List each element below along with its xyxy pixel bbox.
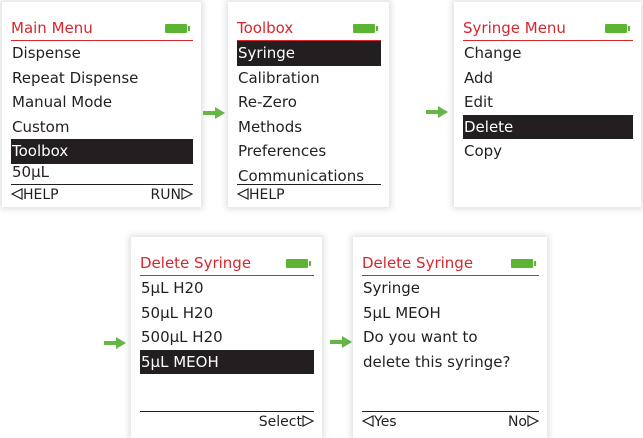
battery-icon (286, 259, 311, 268)
menu-item-calibration[interactable]: Calibration (237, 66, 381, 91)
right-triangle-icon (181, 188, 193, 200)
toolbox-list: Syringe Calibration Re-Zero Methods Pref… (237, 41, 381, 188)
softkey-bar: HELP (237, 185, 381, 205)
softkey-bar: Yes No (362, 412, 539, 432)
menu-item-change[interactable]: Change (463, 41, 633, 66)
menu-item-methods[interactable]: Methods (237, 115, 381, 140)
menu-item-syringe[interactable]: Syringe (237, 41, 381, 66)
toolbox-header: Toolbox (237, 18, 381, 41)
battery-icon (511, 259, 536, 268)
select-softkey[interactable]: Select (259, 412, 314, 432)
menu-item-dispense[interactable]: Dispense (11, 41, 193, 66)
main-menu-screen: Main Menu Dispense Repeat Dispense Manua… (2, 2, 201, 207)
syringe-item-selected[interactable]: 5μL MEOH (140, 349, 314, 374)
arrow-right-icon (426, 106, 448, 118)
menu-item-copy[interactable]: Copy (463, 139, 633, 164)
syringe-menu-header: Syringe Menu (463, 18, 633, 41)
menu-item-toolbox[interactable]: Toolbox (11, 139, 193, 164)
delete-syringe-header: Delete Syringe (362, 253, 539, 276)
syringe-item[interactable]: 500μL H20 (140, 325, 314, 350)
screen-title: Main Menu (11, 19, 93, 37)
syringe-list: 5μL H20 50μL H20 500μL H20 5μL MEOH (140, 276, 314, 374)
menu-item-delete[interactable]: Delete (463, 114, 633, 139)
menu-item-repeat-dispense[interactable]: Repeat Dispense (11, 66, 193, 91)
softkey-bar: Select (140, 412, 314, 432)
help-softkey[interactable]: HELP (237, 185, 285, 205)
volume-readout: 50μL (12, 163, 49, 181)
left-triangle-icon (362, 415, 374, 427)
menu-item-custom[interactable]: Custom (11, 115, 193, 140)
arrow-right-icon (104, 337, 126, 349)
left-triangle-icon (237, 188, 249, 200)
menu-item-preferences[interactable]: Preferences (237, 139, 381, 164)
yes-softkey[interactable]: Yes (362, 412, 397, 432)
main-menu-header: Main Menu (11, 18, 193, 41)
syringe-menu-screen: Syringe Menu Change Add Edit Delete Copy (454, 2, 641, 207)
left-triangle-icon (11, 188, 23, 200)
delete-syringe-confirm-screen: Delete Syringe Syringe 5μL MEOH Do you w… (353, 237, 547, 438)
main-menu-list: Dispense Repeat Dispense Manual Mode Cus… (11, 41, 193, 164)
run-softkey[interactable]: RUN (151, 185, 193, 205)
menu-item-re-zero[interactable]: Re-Zero (237, 90, 381, 115)
syringe-item[interactable]: 50μL H20 (140, 301, 314, 326)
syringe-menu-list: Change Add Edit Delete Copy (463, 41, 633, 164)
help-label: HELP (23, 187, 59, 203)
battery-icon (165, 24, 190, 33)
screen-title: Toolbox (237, 19, 294, 37)
arrow-right-icon (330, 336, 352, 348)
syringe-item[interactable]: 5μL H20 (140, 276, 314, 301)
message-line: Syringe (363, 279, 420, 297)
battery-icon (605, 24, 630, 33)
screen-title: Delete Syringe (140, 254, 252, 272)
menu-item-add[interactable]: Add (463, 66, 633, 91)
no-label: No (507, 414, 527, 430)
select-label: Select (258, 414, 302, 430)
message-line: Do you want to (363, 328, 478, 346)
syringe-name: 5μL MEOH (363, 303, 441, 322)
delete-syringe-list-screen: Delete Syringe 5μL H20 50μL H20 500μL H2… (131, 237, 322, 438)
yes-label: Yes (374, 414, 397, 430)
no-softkey[interactable]: No (508, 412, 539, 432)
message-line: delete this syringe? (363, 352, 511, 371)
menu-item-edit[interactable]: Edit (463, 90, 633, 115)
help-label: HELP (249, 187, 285, 203)
screen-title: Syringe Menu (463, 19, 566, 37)
screen-title: Delete Syringe (362, 254, 474, 272)
help-softkey[interactable]: HELP (11, 185, 59, 205)
softkey-bar: HELP RUN (11, 185, 193, 205)
right-triangle-icon (527, 415, 539, 427)
battery-icon (353, 24, 378, 33)
right-triangle-icon (302, 415, 314, 427)
toolbox-screen: Toolbox Syringe Calibration Re-Zero Meth… (228, 2, 389, 207)
confirm-message: Syringe 5μL MEOH Do you want to delete t… (362, 276, 539, 374)
menu-item-manual-mode[interactable]: Manual Mode (11, 90, 193, 115)
delete-syringe-header: Delete Syringe (140, 253, 314, 276)
run-label: RUN (150, 187, 181, 203)
arrow-right-icon (203, 107, 225, 119)
